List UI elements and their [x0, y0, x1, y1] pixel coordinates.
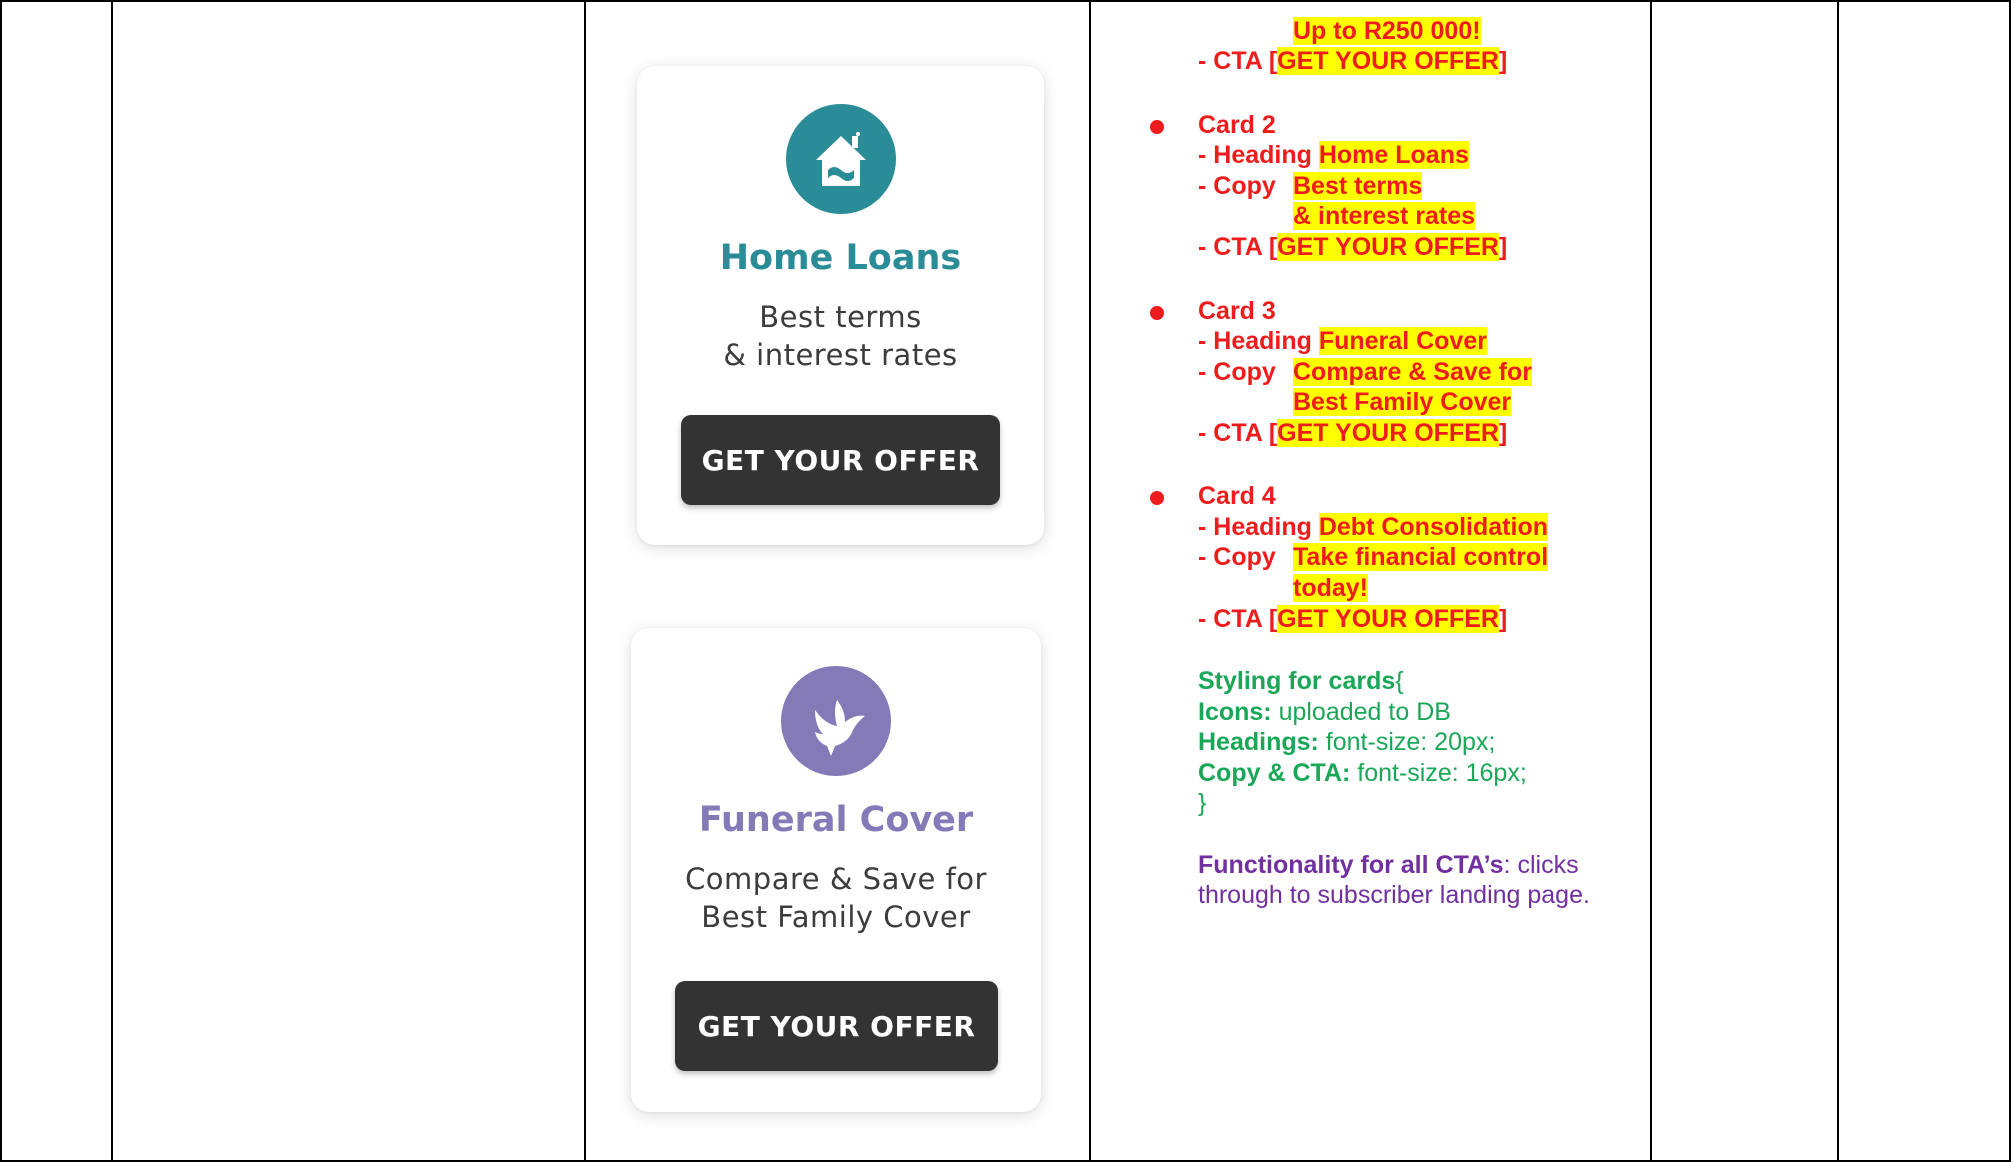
styling-close-brace: }: [1198, 789, 1207, 817]
column-divider: [584, 0, 586, 1162]
functionality-note: Functionality for all CTA’s: clicks: [1198, 851, 1579, 879]
spec-cta-value: GET YOUR OFFER: [1277, 47, 1499, 75]
column-divider: [1089, 0, 1091, 1162]
spec-copy-value: Up to R250 000!: [1293, 17, 1481, 45]
spec-copy-value: & interest rates: [1293, 202, 1476, 230]
spec-cta-value: GET YOUR OFFER: [1277, 605, 1499, 633]
bullet-point: [1150, 306, 1164, 320]
column-divider: [1650, 0, 1652, 1162]
spec-card-title: Card 2: [1198, 111, 1276, 139]
home-loans-card: Home Loans Best terms & interest rates G…: [637, 66, 1044, 545]
styling-title: Styling for cards{: [1198, 667, 1404, 695]
funeral-cover-card: Funeral Cover Compare & Save for Best Fa…: [631, 628, 1041, 1112]
column-divider: [1837, 0, 1839, 1162]
spec-heading-value: Home Loans: [1318, 141, 1469, 169]
spec-heading-value: Funeral Cover: [1318, 327, 1487, 355]
get-your-offer-button[interactable]: GET YOUR OFFER: [675, 981, 998, 1071]
styling-headings-line: Headings: font-size: 20px;: [1198, 728, 1496, 756]
column-divider: [111, 0, 113, 1162]
card-copy-line: & interest rates: [723, 338, 958, 372]
card-copy-line: Compare & Save for: [685, 862, 987, 896]
spec-card-title: Card 3: [1198, 297, 1276, 325]
bullet-point: [1150, 491, 1164, 505]
spec-card-title: Card 4: [1198, 482, 1276, 510]
house-icon: [785, 104, 896, 214]
spec-copy-value: Best terms: [1293, 172, 1423, 200]
card-copy: Compare & Save for Best Family Cover: [631, 860, 1041, 936]
card-heading: Funeral Cover: [698, 800, 974, 840]
spec-cta-value: GET YOUR OFFER: [1277, 419, 1499, 447]
spec-cta-value: GET YOUR OFFER: [1277, 233, 1499, 261]
house-icon-graphic: [815, 132, 866, 186]
spec-copy-value: Best Family Cover: [1293, 388, 1512, 416]
card-copy-line: Best Family Cover: [701, 900, 971, 934]
dove-icon: [781, 666, 891, 776]
spec-copy-value: Compare & Save for: [1293, 358, 1532, 386]
styling-icons-line: Icons: uploaded to DB: [1198, 698, 1451, 726]
card-heading: Home Loans: [719, 238, 962, 278]
spec-copy-value: Take financial control: [1293, 543, 1549, 571]
bullet-point: [1150, 120, 1164, 134]
spec-heading-value: Debt Consolidation: [1318, 513, 1548, 541]
document-page: Home Loans Best terms & interest rates G…: [0, 0, 2011, 1162]
card-copy-line: Best terms: [759, 300, 922, 334]
spec-copy-value: today!: [1293, 574, 1368, 602]
card-copy: Best terms & interest rates: [637, 298, 1044, 374]
dove-icon-graphic: [815, 700, 865, 756]
functionality-note-cont: through to subscriber landing page.: [1198, 881, 1590, 909]
get-your-offer-button[interactable]: GET YOUR OFFER: [681, 415, 1000, 505]
styling-copy-line: Copy & CTA: font-size: 16px;: [1198, 759, 1527, 787]
